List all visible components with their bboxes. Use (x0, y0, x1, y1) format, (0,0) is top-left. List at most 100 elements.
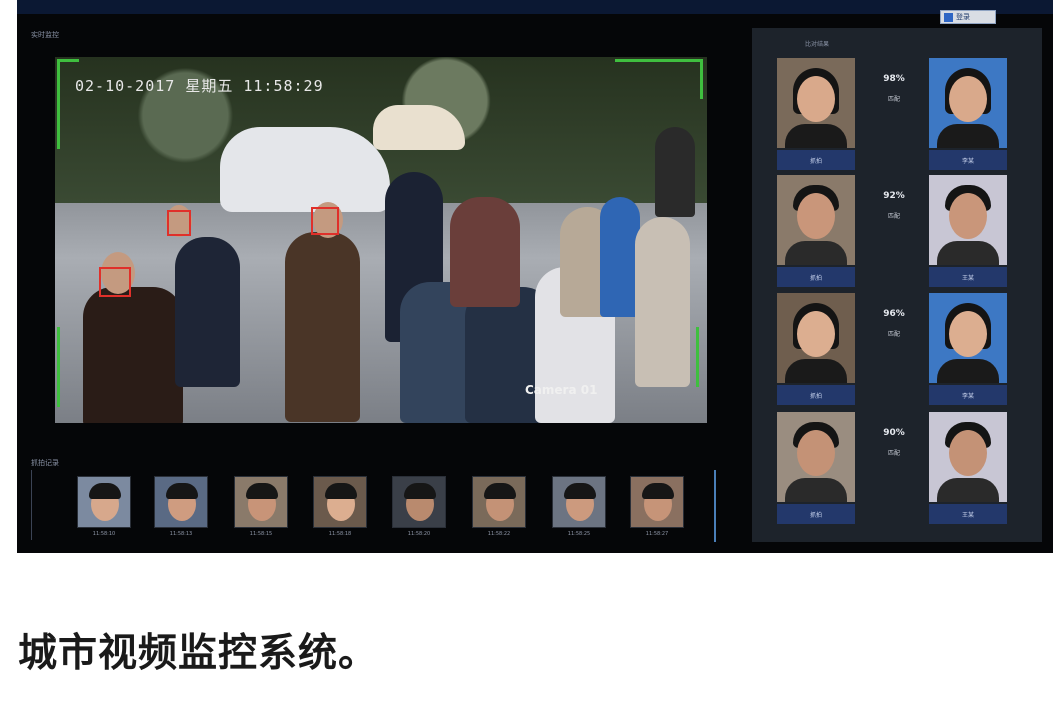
captured-face-image (234, 476, 288, 528)
match-status: 匹配 (887, 450, 900, 457)
captured-photo: 抓拍 (777, 58, 855, 170)
captured-face-thumbnail[interactable]: 11:58:22 (472, 476, 526, 544)
face (797, 76, 835, 122)
captured-face-thumbnail[interactable]: 11:58:15 (234, 476, 288, 544)
database-name-bar: 王某 (929, 504, 1007, 524)
captured-face-image (154, 476, 208, 528)
captured-face-thumbnail[interactable]: 11:58:25 (552, 476, 606, 544)
captured-face-image (552, 476, 606, 528)
comparison-pair[interactable]: 抓拍 90% 匹配 王某 (777, 412, 1007, 524)
live-video-feed[interactable]: 02-10-2017 星期五 11:58:29 Camera 01 (55, 57, 707, 423)
white-car (220, 127, 390, 212)
face (797, 430, 835, 476)
live-view-label: 实时监控 (31, 31, 59, 39)
body (785, 359, 847, 383)
comparison-pair[interactable]: 抓拍 98% 匹配李某 (777, 58, 1007, 170)
captured-name-bar: 抓拍 (777, 150, 855, 170)
comparison-pair[interactable]: 抓拍 96% 匹配李某 (777, 293, 1007, 405)
top-bar (17, 0, 1053, 14)
face-detection-box[interactable] (99, 267, 131, 297)
body (785, 241, 847, 265)
captured-photo: 抓拍 (777, 293, 855, 405)
pedestrian (83, 287, 183, 423)
database-photo-image (929, 175, 1007, 265)
face (949, 311, 987, 357)
face (797, 311, 835, 357)
comparison-panel: 比对结果 抓拍 98% 匹配 李某 抓拍 92% 匹配 王某 抓拍 96% 匹配 李某 抓拍 90% 匹配王… (752, 28, 1042, 542)
captured-photo-image (777, 175, 855, 265)
body (937, 478, 999, 502)
captured-name-bar: 抓拍 (777, 504, 855, 524)
captured-face-image (313, 476, 367, 528)
database-photo: 王某 (929, 412, 1007, 524)
database-name-bar: 李某 (929, 385, 1007, 405)
database-photo: 李某 (929, 293, 1007, 405)
pedestrian (600, 197, 640, 317)
database-name-bar: 李某 (929, 150, 1007, 170)
captured-face-thumbnail[interactable]: 11:58:18 (313, 476, 367, 544)
hair (89, 483, 121, 499)
comparison-panel-label: 比对结果 (805, 41, 830, 48)
capture-time: 11:58:18 (328, 531, 352, 537)
captured-face-thumbnail[interactable]: 11:58:10 (77, 476, 131, 544)
match-status: 匹配 (887, 96, 900, 103)
face-detection-box[interactable] (311, 207, 339, 235)
captured-photo: 抓拍 (777, 175, 855, 287)
captured-face-thumbnail[interactable]: 11:58:27 (630, 476, 684, 544)
captured-face-thumbnail[interactable]: 11:58:13 (154, 476, 208, 544)
page-caption: 城市视频监控系统。 (18, 631, 379, 676)
database-photo: 李某 (929, 58, 1007, 170)
pedestrian (285, 232, 360, 422)
face (949, 430, 987, 476)
strip-scrollbar[interactable] (714, 470, 716, 542)
captured-name-bar: 抓拍 (777, 385, 855, 405)
captured-name-bar: 抓拍 (777, 267, 855, 287)
captured-photo-image (777, 412, 855, 502)
hair (564, 483, 596, 499)
captured-face-image (630, 476, 684, 528)
capture-time: 11:58:22 (487, 531, 511, 537)
body (937, 124, 999, 148)
database-photo-image (929, 412, 1007, 502)
body (937, 241, 999, 265)
login-button[interactable]: 登录 (940, 10, 996, 24)
captured-face-thumbnail[interactable]: 11:58:20 (392, 476, 446, 544)
face-detection-box[interactable] (167, 210, 191, 236)
database-photo-image (929, 58, 1007, 148)
body (785, 478, 847, 502)
captured-photo: 抓拍 (777, 412, 855, 524)
face (797, 193, 835, 239)
surveillance-screen: 登录 实时监控 02-10-2017 星期五 11:58:29 Camera 0… (17, 0, 1053, 553)
frame-edge-left (57, 327, 67, 407)
hair (325, 483, 357, 499)
match-status: 匹配 (887, 213, 900, 220)
captured-face-image (472, 476, 526, 528)
capture-time: 11:58:10 (92, 531, 116, 537)
user-icon (944, 12, 953, 22)
captured-face-image (77, 476, 131, 528)
hair (642, 483, 674, 499)
database-name-bar: 王某 (929, 267, 1007, 287)
comparison-pair[interactable]: 抓拍 92% 匹配 王某 (777, 175, 1007, 287)
pedestrian (635, 217, 690, 387)
hair (404, 483, 436, 499)
frame-edge-right (689, 327, 699, 387)
database-photo: 王某 (929, 175, 1007, 287)
capture-time: 11:58:25 (567, 531, 591, 537)
body (937, 359, 999, 383)
match-status: 匹配 (887, 331, 900, 338)
captured-photo-image (777, 58, 855, 148)
face (949, 76, 987, 122)
captured-photo-image (777, 293, 855, 383)
capture-time: 11:58:27 (645, 531, 669, 537)
similarity-score: 96% (883, 309, 905, 319)
capture-time: 11:58:20 (407, 531, 431, 537)
body (785, 124, 847, 148)
hair (484, 483, 516, 499)
captured-face-image (392, 476, 446, 528)
pedestrian (655, 127, 695, 217)
pedestrian (175, 237, 240, 387)
frame-corner-tr (615, 59, 703, 99)
face (949, 193, 987, 239)
similarity-score: 98% (883, 74, 905, 84)
